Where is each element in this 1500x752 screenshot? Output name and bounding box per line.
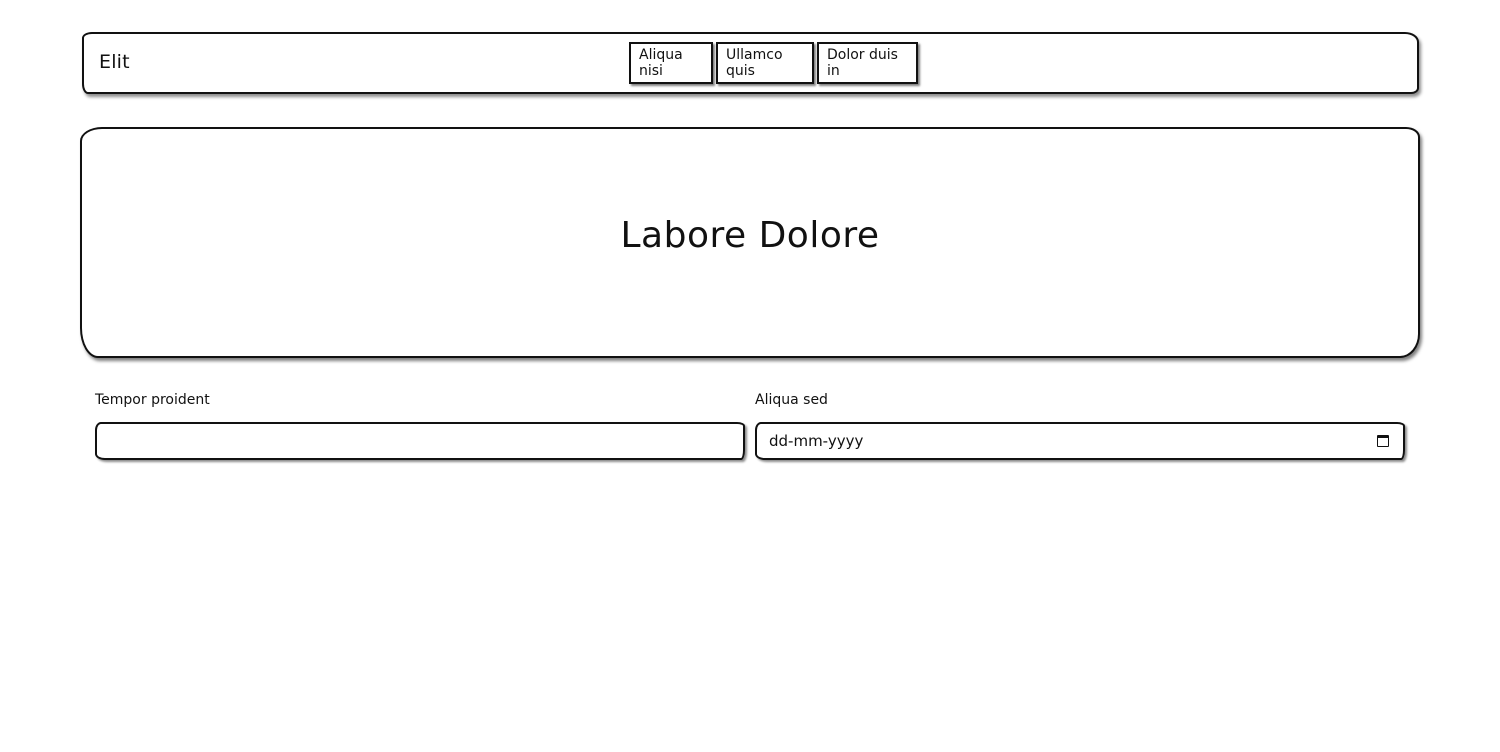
text-field-group: Tempor proident bbox=[95, 392, 745, 460]
page: Elit Aliqua nisi Ullamco quis Dolor duis… bbox=[0, 0, 1500, 752]
date-field-label: Aliqua sed bbox=[755, 392, 828, 408]
nav-link-ullamco-quis[interactable]: Ullamco quis bbox=[716, 42, 814, 84]
nav-link-dolor-duis-in[interactable]: Dolor duis in bbox=[817, 42, 918, 84]
date-field-group: Aliqua sed dd-mm-yyyy bbox=[755, 392, 1405, 460]
navbar: Elit Aliqua nisi Ullamco quis Dolor duis… bbox=[82, 32, 1419, 94]
date-placeholder: dd-mm-yyyy bbox=[769, 432, 864, 450]
brand-logo[interactable]: Elit bbox=[99, 51, 130, 73]
nav-link-aliqua-nisi[interactable]: Aliqua nisi bbox=[629, 42, 713, 84]
hero-title: Labore Dolore bbox=[620, 215, 880, 256]
nav-links: Aliqua nisi Ullamco quis Dolor duis in bbox=[629, 42, 918, 84]
text-field-label: Tempor proident bbox=[95, 392, 210, 408]
text-input[interactable] bbox=[95, 422, 745, 460]
hero-card: Labore Dolore bbox=[80, 127, 1420, 358]
date-input[interactable]: dd-mm-yyyy bbox=[755, 422, 1405, 460]
calendar-icon[interactable] bbox=[1377, 435, 1389, 447]
